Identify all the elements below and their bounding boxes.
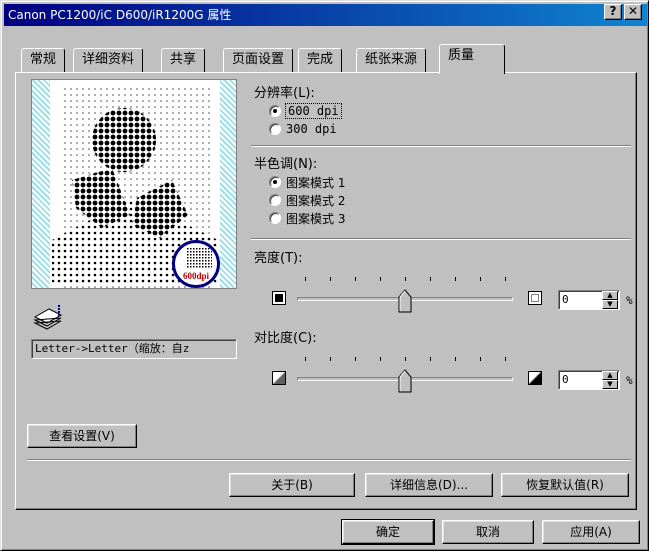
dpi-badge-label: 600dpi [182, 271, 209, 281]
ok-button[interactable]: 确定 [341, 519, 435, 545]
brightness-high-icon [528, 291, 542, 305]
contrast-high-icon [528, 371, 542, 385]
radio-button[interactable] [269, 176, 281, 188]
halftone-option-1[interactable]: 图案模式 1 [269, 174, 345, 190]
brightness-down-button[interactable]: ▼ [602, 300, 618, 309]
tab-page-setup[interactable]: 页面设置 [223, 48, 294, 72]
dpi-badge: 600dpi [172, 240, 220, 288]
brightness-unit: % [626, 294, 633, 307]
contrast-unit: % [626, 374, 633, 387]
separator [251, 238, 631, 240]
radio-button[interactable] [269, 105, 281, 117]
brightness-slider[interactable] [297, 267, 513, 313]
paper-stack-icon [33, 305, 63, 330]
resolution-option-300[interactable]: 300 dpi [269, 121, 337, 137]
brightness-low-icon [272, 291, 286, 305]
contrast-slider[interactable] [297, 347, 513, 393]
dialog-window: Canon PC1200/iC D600/iR1200G 属性 ? ✕ 常规 详… [0, 0, 649, 551]
radio-button[interactable] [269, 194, 281, 206]
badge-pattern-icon [186, 247, 212, 269]
radio-button[interactable] [269, 123, 281, 135]
contrast-low-icon [272, 371, 286, 385]
contrast-down-button[interactable]: ▼ [602, 380, 618, 389]
tab-quality[interactable]: 质量 [439, 44, 505, 74]
contrast-slider-thumb[interactable] [398, 369, 412, 393]
halftone-option-3[interactable]: 图案模式 3 [269, 210, 345, 226]
resolution-label: 分辨率(L): [254, 86, 315, 101]
cancel-button[interactable]: 取消 [442, 520, 534, 544]
separator [27, 459, 631, 461]
contrast-up-button[interactable]: ▲ [602, 371, 618, 380]
brightness-slider-thumb[interactable] [398, 289, 412, 313]
contrast-label: 对比度(C): [254, 331, 317, 346]
window-title: Canon PC1200/iC D600/iR1200G 属性 [8, 8, 232, 22]
title-bar[interactable]: Canon PC1200/iC D600/iR1200G 属性 [4, 4, 647, 26]
preview-caption: Letter->Letter（缩放：自z [31, 339, 237, 359]
brightness-label: 亮度(T): [254, 251, 303, 266]
resolution-option-600[interactable]: 600 dpi [269, 103, 342, 119]
view-settings-button[interactable]: 查看设置(V) [27, 424, 137, 448]
details-button[interactable]: 详细信息(D)... [365, 473, 493, 497]
halftone-label: 半色调(N): [254, 157, 318, 172]
brightness-up-button[interactable]: ▲ [602, 291, 618, 300]
apply-button[interactable]: 应用(A) [542, 520, 640, 544]
restore-defaults-button[interactable]: 恢复默认值(R) [501, 473, 629, 497]
about-button[interactable]: 关于(B) [229, 473, 355, 497]
tab-details[interactable]: 详细资料 [73, 48, 144, 72]
separator [251, 145, 631, 147]
close-button[interactable]: ✕ [624, 4, 642, 20]
tab-sharing[interactable]: 共享 [161, 48, 206, 72]
halftone-option-2[interactable]: 图案模式 2 [269, 192, 345, 208]
tab-paper-source[interactable]: 纸张来源 [356, 48, 427, 72]
preview-area: 600dpi [31, 79, 237, 289]
tab-finishing[interactable]: 完成 [298, 48, 343, 72]
tab-general[interactable]: 常规 [21, 48, 66, 72]
help-button[interactable]: ? [604, 4, 622, 20]
radio-button[interactable] [269, 212, 281, 224]
